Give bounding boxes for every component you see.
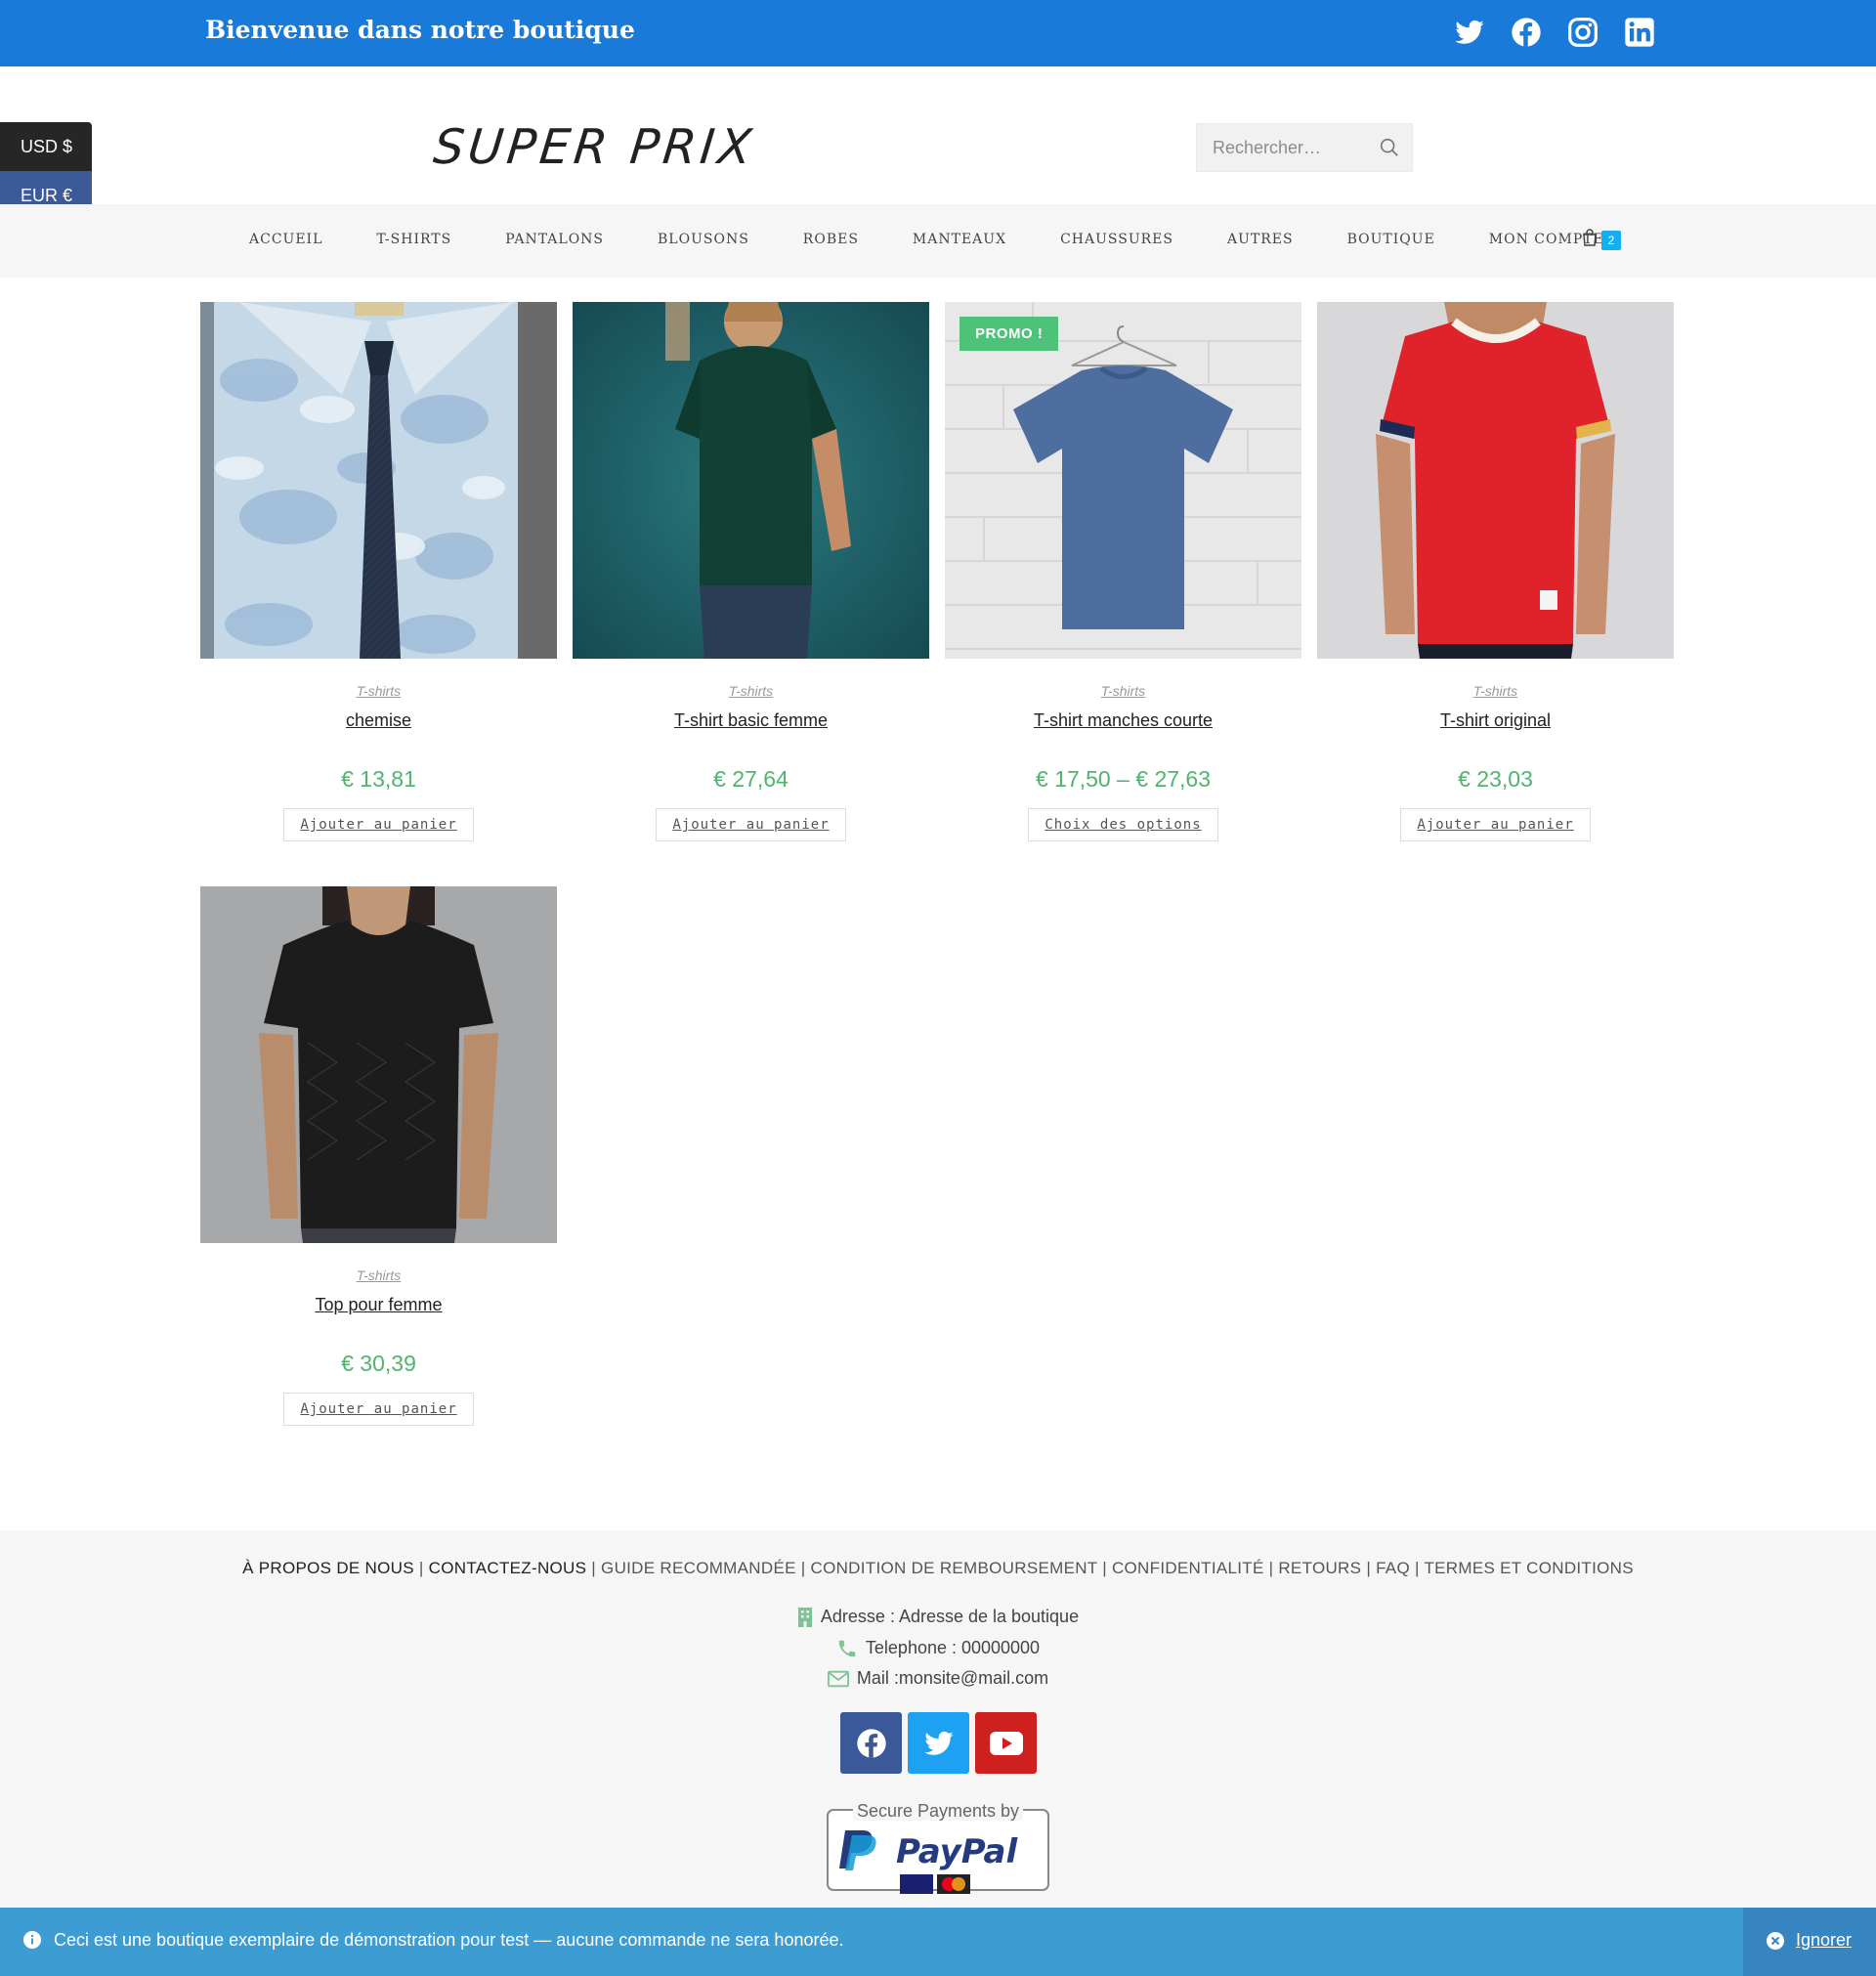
footer-link-remboursement[interactable]: CONDITION DE REMBOURSEMENT bbox=[811, 1559, 1098, 1577]
site-logo[interactable]: SUPER PRIX bbox=[431, 119, 758, 175]
search-box bbox=[1196, 123, 1413, 172]
product-image-top-pour-femme[interactable] bbox=[200, 886, 557, 1243]
top-social-links bbox=[1454, 17, 1655, 48]
footer-youtube-button[interactable] bbox=[975, 1712, 1037, 1774]
add-to-cart-button[interactable]: Ajouter au panier bbox=[656, 808, 846, 841]
add-to-cart-button[interactable]: Ajouter au panier bbox=[283, 808, 474, 841]
footer-phone-text: Telephone : 00000000 bbox=[865, 1638, 1041, 1657]
product-price: € 17,50 – € 27,63 bbox=[1035, 766, 1212, 792]
product-title[interactable]: T-shirt manches courte bbox=[945, 710, 1301, 731]
footer-link-contact[interactable]: CONTACTEZ-NOUS bbox=[429, 1559, 587, 1577]
footer-address: Adresse : Adresse de la boutique bbox=[0, 1607, 1876, 1628]
product-card: T-shirts Top pour femme € 30,39 Ajouter … bbox=[200, 886, 557, 1426]
footer-link-confidentialite[interactable]: CONFIDENTIALITÉ bbox=[1112, 1559, 1264, 1577]
product-category[interactable]: T-shirts bbox=[945, 683, 1301, 699]
promo-badge: PROMO ! bbox=[959, 317, 1059, 351]
paypal-secure-payments-badge: Secure Payments by PayPal bbox=[827, 1799, 1049, 1894]
nav-item-pantalons[interactable]: PANTALONS bbox=[505, 232, 604, 247]
linkedin-icon[interactable] bbox=[1624, 17, 1655, 48]
phone-icon bbox=[838, 1641, 856, 1657]
facebook-icon bbox=[856, 1728, 886, 1758]
product-price: € 13,81 bbox=[341, 766, 416, 792]
facebook-icon[interactable] bbox=[1511, 17, 1542, 48]
building-icon bbox=[797, 1608, 812, 1628]
product-title[interactable]: chemise bbox=[200, 710, 557, 731]
footer-link-retours[interactable]: RETOURS bbox=[1278, 1559, 1361, 1577]
nav-item-manteaux[interactable]: MANTEAUX bbox=[913, 232, 1006, 247]
product-image-t-shirt-original[interactable] bbox=[1317, 302, 1674, 659]
demo-notice-message: Ceci est une boutique exemplaire de démo… bbox=[54, 1930, 844, 1950]
welcome-message: Bienvenue dans notre boutique bbox=[205, 16, 635, 44]
product-price: € 27,64 bbox=[713, 766, 789, 792]
product-category[interactable]: T-shirts bbox=[200, 1267, 557, 1283]
product-category[interactable]: T-shirts bbox=[200, 683, 557, 699]
info-icon bbox=[23, 1931, 41, 1949]
product-title[interactable]: Top pour femme bbox=[200, 1295, 557, 1315]
product-price: € 23,03 bbox=[1458, 766, 1533, 792]
nav-item-chaussures[interactable]: CHAUSSURES bbox=[1060, 232, 1173, 247]
product-card: T-shirts T-shirt basic femme € 27,64 Ajo… bbox=[573, 302, 929, 841]
cart-count-badge: 2 bbox=[1601, 231, 1621, 250]
paypal-secure-text: Secure Payments by bbox=[857, 1801, 1019, 1821]
product-card: PROMO ! T-shirts T-shirt manches courte … bbox=[945, 302, 1301, 841]
product-category[interactable]: T-shirts bbox=[573, 683, 929, 699]
main-navigation: ACCUEIL T-SHIRTS PANTALONS BLOUSONS ROBE… bbox=[0, 204, 1876, 278]
nav-item-robes[interactable]: ROBES bbox=[803, 232, 859, 247]
search-icon[interactable] bbox=[1379, 137, 1400, 158]
site-footer: À PROPOS DE NOUS | CONTACTEZ-NOUS | GUID… bbox=[0, 1530, 1876, 1908]
demo-store-notice: Ceci est une boutique exemplaire de démo… bbox=[0, 1908, 1876, 1976]
product-card: T-shirts chemise € 13,81 Ajouter au pani… bbox=[200, 302, 557, 841]
nav-item-boutique[interactable]: BOUTIQUE bbox=[1347, 232, 1435, 247]
product-image-chemise[interactable] bbox=[200, 302, 557, 659]
footer-phone: Telephone : 00000000 bbox=[0, 1638, 1876, 1659]
cart-button[interactable]: 2 bbox=[1582, 229, 1621, 250]
add-to-cart-button[interactable]: Ajouter au panier bbox=[1400, 808, 1591, 841]
paypal-brand-text: PayPal bbox=[896, 1832, 1018, 1871]
add-to-cart-button[interactable]: Ajouter au panier bbox=[283, 1393, 474, 1426]
currency-usd-button[interactable]: USD $ bbox=[0, 122, 92, 171]
nav-item-t-shirts[interactable]: T-SHIRTS bbox=[376, 232, 451, 247]
footer-social-buttons bbox=[840, 1712, 1037, 1774]
search-input[interactable] bbox=[1197, 124, 1373, 171]
footer-link-a-propos[interactable]: À PROPOS DE NOUS bbox=[242, 1559, 414, 1577]
product-title[interactable]: T-shirt basic femme bbox=[573, 710, 929, 731]
close-icon bbox=[1767, 1932, 1784, 1950]
footer-address-text: Adresse : Adresse de la boutique bbox=[820, 1607, 1080, 1626]
product-title[interactable]: T-shirt original bbox=[1317, 710, 1674, 731]
nav-item-accueil[interactable]: ACCUEIL bbox=[249, 232, 322, 247]
footer-links: À PROPOS DE NOUS | CONTACTEZ-NOUS | GUID… bbox=[242, 1559, 1634, 1577]
twitter-icon[interactable] bbox=[1454, 17, 1485, 48]
dismiss-notice-button[interactable]: Ignorer bbox=[1743, 1908, 1876, 1976]
twitter-icon bbox=[923, 1731, 954, 1755]
dismiss-label[interactable]: Ignorer bbox=[1796, 1930, 1852, 1951]
shopping-bag-icon bbox=[1583, 229, 1597, 246]
product-category[interactable]: T-shirts bbox=[1317, 683, 1674, 699]
select-options-button[interactable]: Choix des options bbox=[1028, 808, 1218, 841]
footer-mail: Mail :monsite@mail.com bbox=[0, 1668, 1876, 1689]
footer-facebook-button[interactable] bbox=[840, 1712, 902, 1774]
footer-link-guide[interactable]: GUIDE RECOMMANDÉE bbox=[601, 1559, 796, 1577]
nav-item-autres[interactable]: AUTRES bbox=[1227, 232, 1294, 247]
mail-icon bbox=[827, 1671, 849, 1688]
product-card: T-shirts T-shirt original € 23,03 Ajoute… bbox=[1317, 302, 1674, 841]
product-image-t-shirt-basic-femme[interactable] bbox=[573, 302, 929, 659]
product-image-t-shirt-manches-courte[interactable]: PROMO ! bbox=[945, 302, 1301, 659]
instagram-icon[interactable] bbox=[1567, 17, 1599, 48]
footer-mail-text: Mail :monsite@mail.com bbox=[856, 1668, 1049, 1688]
youtube-icon bbox=[989, 1731, 1023, 1755]
top-bar: Bienvenue dans notre boutique bbox=[0, 0, 1876, 66]
footer-link-faq[interactable]: FAQ bbox=[1376, 1559, 1410, 1577]
nav-item-blousons[interactable]: BLOUSONS bbox=[658, 232, 749, 247]
footer-link-termes[interactable]: TERMES ET CONDITIONS bbox=[1424, 1559, 1633, 1577]
footer-twitter-button[interactable] bbox=[908, 1712, 969, 1774]
product-price: € 30,39 bbox=[341, 1351, 416, 1376]
